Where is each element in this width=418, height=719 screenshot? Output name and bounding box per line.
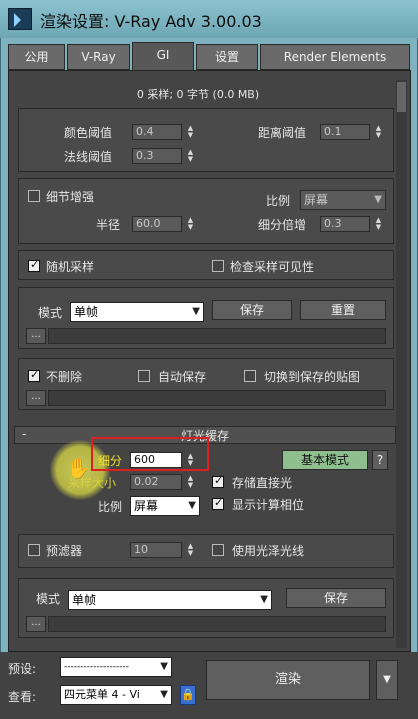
show-calc-checkbox[interactable] xyxy=(212,496,224,510)
radius-spinner[interactable]: ▲ ▼ xyxy=(186,217,195,233)
render-button[interactable]: 渲染 xyxy=(206,660,370,700)
sample-size-label: 采样大小 xyxy=(68,476,117,490)
chevron-down-icon: ▼ xyxy=(160,689,168,700)
radius-input[interactable]: 60.0 xyxy=(132,216,182,232)
lc-save-button[interactable]: 保存 xyxy=(286,588,386,608)
dont-delete-checkbox[interactable] xyxy=(28,368,40,382)
sample-size-spinner[interactable]: ▲ ▼ xyxy=(186,475,195,491)
chevron-down-icon: ▼ xyxy=(160,661,168,672)
scrollbar[interactable] xyxy=(396,80,407,648)
help-button[interactable]: ? xyxy=(372,450,388,470)
detail-scale-select[interactable]: 屏幕 ▼ xyxy=(300,190,386,210)
scrollbar-thumb[interactable] xyxy=(397,82,406,112)
mode-select[interactable]: 单帧 ▼ xyxy=(70,302,204,322)
normal-threshold-spinner[interactable]: ▲ ▼ xyxy=(186,149,195,165)
highlight-box xyxy=(91,437,209,471)
lc-browse-button[interactable]: ... xyxy=(26,616,46,632)
subdiv-mult-spinner[interactable]: ▲ ▼ xyxy=(374,217,383,233)
preset-value: -------------------- xyxy=(64,662,129,672)
store-direct-checkbox[interactable] xyxy=(212,474,224,488)
auto-save-label: 自动保存 xyxy=(158,370,207,384)
chevron-down-icon: ▼ xyxy=(192,306,200,317)
cache-summary: 0 采样; 0 字节 (0.0 MB) xyxy=(136,88,260,101)
tab-common[interactable]: 公用 xyxy=(8,44,65,70)
browse-button[interactable]: ... xyxy=(26,328,46,344)
detail-scale-label: 比例 xyxy=(266,194,291,208)
preset-label: 预设: xyxy=(8,662,37,676)
dist-threshold-spinner[interactable]: ▲ ▼ xyxy=(374,125,383,141)
lc-mode-value: 单帧 xyxy=(72,593,97,607)
mode-value: 单帧 xyxy=(74,305,99,319)
view-label: 查看: xyxy=(8,690,37,704)
auto-save-checkbox[interactable] xyxy=(138,370,150,382)
prefilter-spinner[interactable]: ▲ ▼ xyxy=(186,543,195,559)
lc-file-path-field[interactable] xyxy=(48,616,386,632)
chevron-down-icon: ▼ xyxy=(374,194,382,205)
random-sampling-label: 随机采样 xyxy=(46,260,95,274)
tab-gi[interactable]: GI xyxy=(132,42,194,71)
lc-scale-select[interactable]: 屏幕 ▼ xyxy=(130,496,200,516)
reset-button[interactable]: 重置 xyxy=(300,300,386,320)
glossy-rays-label: 使用光泽光线 xyxy=(232,544,305,558)
chevron-down-icon: ▼ xyxy=(188,500,196,511)
file-path-field[interactable] xyxy=(48,328,386,344)
normal-threshold-input[interactable]: 0.3 xyxy=(132,148,182,164)
dont-delete-label: 不删除 xyxy=(46,370,83,384)
view-select[interactable]: 四元菜单 4 - Vi ▼ xyxy=(60,685,172,705)
switch-saved-label: 切换到保存的贴图 xyxy=(264,370,361,384)
color-threshold-spinner[interactable]: ▲ ▼ xyxy=(186,125,195,141)
preset-select[interactable]: -------------------- ▼ xyxy=(60,657,172,677)
radius-label: 半径 xyxy=(96,218,121,232)
lc-mode-select[interactable]: 单帧 ▼ xyxy=(68,590,272,610)
subdiv-mult-input[interactable]: 0.3 xyxy=(320,216,370,232)
color-threshold-input[interactable]: 0.4 xyxy=(132,124,182,140)
prefilter-label: 预滤器 xyxy=(46,544,83,558)
store-direct-label: 存储直接光 xyxy=(232,476,293,490)
mode-label: 模式 xyxy=(38,306,63,320)
chevron-down-icon: ▼ xyxy=(260,594,268,605)
prefilter-input[interactable]: 10 xyxy=(130,542,182,558)
lc-scale-value: 屏幕 xyxy=(134,499,159,513)
save-button[interactable]: 保存 xyxy=(212,300,292,320)
dist-threshold-label: 距离阈值 xyxy=(258,126,307,140)
tab-vray[interactable]: V-Ray xyxy=(67,44,130,70)
switch-saved-checkbox[interactable] xyxy=(244,370,256,382)
show-calc-label: 显示计算相位 xyxy=(232,498,305,512)
normal-threshold-label: 法线阈值 xyxy=(64,150,113,164)
tab-settings[interactable]: 设置 xyxy=(196,44,258,70)
glossy-rays-checkbox[interactable] xyxy=(212,544,224,556)
detail-scale-value: 屏幕 xyxy=(304,193,329,207)
render-options-dropdown[interactable]: ▼ xyxy=(376,660,398,700)
basic-mode-button[interactable]: 基本模式 xyxy=(282,450,368,470)
title-bar[interactable]: 渲染设置: V-Ray Adv 3.00.03 xyxy=(0,0,418,38)
window-title: 渲染设置: V-Ray Adv 3.00.03 xyxy=(40,12,262,31)
lock-icon[interactable]: 🔒 xyxy=(180,685,196,705)
detail-enhance-label: 细节增强 xyxy=(46,190,95,204)
app-icon xyxy=(8,8,32,30)
tab-bar: 公用 V-Ray GI 设置 Render Elements xyxy=(8,42,411,71)
lc-scale-label: 比例 xyxy=(98,500,123,514)
subdiv-mult-label: 细分倍增 xyxy=(258,218,307,232)
lc-mode-label: 模式 xyxy=(36,592,61,606)
dist-threshold-input[interactable]: 0.1 xyxy=(320,124,370,140)
color-threshold-label: 颜色阈值 xyxy=(64,126,113,140)
check-visibility-label: 检查采样可见性 xyxy=(230,260,315,274)
tab-render-elements[interactable]: Render Elements xyxy=(260,44,410,70)
detail-enhance-checkbox[interactable] xyxy=(28,190,40,202)
check-visibility-checkbox[interactable] xyxy=(212,260,224,272)
sample-size-input[interactable]: 0.02 xyxy=(130,474,182,490)
view-value: 四元菜单 4 - Vi xyxy=(64,688,140,701)
save-path-field[interactable] xyxy=(48,390,386,406)
prefilter-checkbox[interactable] xyxy=(28,544,40,556)
browse-button-2[interactable]: ... xyxy=(26,390,46,406)
random-sampling-checkbox[interactable] xyxy=(28,258,40,272)
